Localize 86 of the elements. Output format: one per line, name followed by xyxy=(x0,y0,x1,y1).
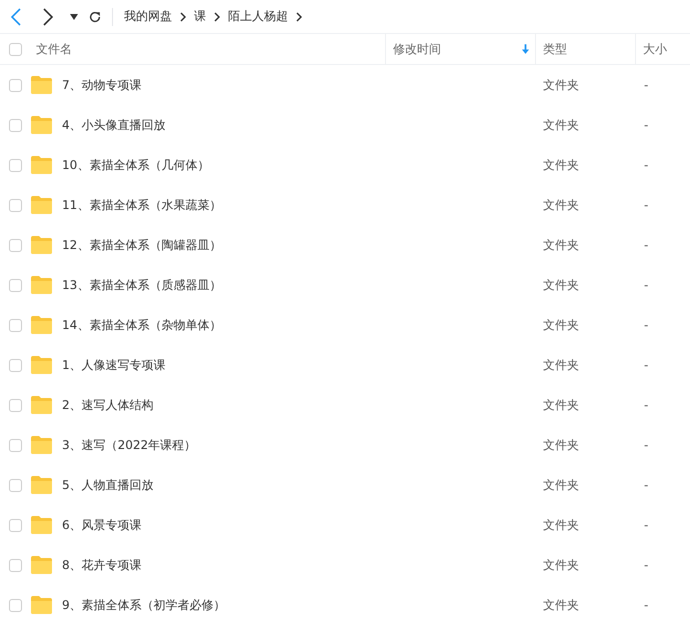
chevron-icon xyxy=(180,12,186,22)
file-type: 文件夹 xyxy=(542,518,579,532)
folder-icon xyxy=(31,276,52,294)
file-name[interactable]: 8、花卉专项课 xyxy=(62,556,142,574)
file-name[interactable]: 13、素描全体系（质感器皿） xyxy=(62,276,222,294)
file-size: - xyxy=(643,278,648,292)
folder-icon xyxy=(31,196,52,214)
file-name[interactable]: 5、人物直播回放 xyxy=(62,476,154,494)
file-name[interactable]: 1、人像速写专项课 xyxy=(62,356,166,374)
file-type: 文件夹 xyxy=(542,198,579,212)
file-type: 文件夹 xyxy=(542,478,579,492)
folder-icon xyxy=(31,436,52,454)
folder-icon xyxy=(31,316,52,334)
sort-arrow-icon[interactable] xyxy=(522,44,529,54)
file-size: - xyxy=(643,558,648,572)
row-checkbox[interactable] xyxy=(9,478,22,492)
file-size: - xyxy=(643,438,648,452)
chevron-icon xyxy=(214,12,220,22)
breadcrumb-item[interactable]: 陌上人杨超 xyxy=(228,8,288,25)
forward-icon[interactable] xyxy=(42,8,54,26)
file-type: 文件夹 xyxy=(542,598,579,612)
file-size: - xyxy=(643,398,648,412)
row-checkbox[interactable] xyxy=(9,358,22,372)
file-name[interactable]: 6、风景专项课 xyxy=(62,516,142,534)
file-size: - xyxy=(643,478,648,492)
file-type: 文件夹 xyxy=(542,318,579,332)
file-size: - xyxy=(643,318,648,332)
row-checkbox[interactable] xyxy=(9,78,22,92)
file-name[interactable]: 11、素描全体系（水果蔬菜） xyxy=(62,196,222,214)
row-checkbox[interactable] xyxy=(9,438,22,452)
breadcrumb-item[interactable]: 课 xyxy=(194,8,206,25)
folder-icon xyxy=(31,396,52,414)
chevron-icon xyxy=(296,12,302,22)
refresh-icon[interactable] xyxy=(88,10,102,24)
file-size: - xyxy=(643,198,648,212)
file-type: 文件夹 xyxy=(542,358,579,372)
file-size: - xyxy=(643,238,648,252)
folder-icon xyxy=(31,596,52,614)
folder-icon xyxy=(31,76,52,94)
file-size: - xyxy=(643,358,648,372)
row-checkbox[interactable] xyxy=(9,558,22,572)
file-name[interactable]: 3、速写（2022年课程） xyxy=(62,436,196,454)
breadcrumb-item[interactable]: 我的网盘 xyxy=(124,8,172,25)
row-checkbox[interactable] xyxy=(9,118,22,132)
folder-icon xyxy=(31,476,52,494)
file-type: 文件夹 xyxy=(542,278,579,292)
folder-icon xyxy=(31,556,52,574)
file-type: 文件夹 xyxy=(542,78,579,92)
row-checkbox[interactable] xyxy=(9,198,22,212)
back-icon[interactable] xyxy=(10,8,22,26)
file-size: - xyxy=(643,78,648,92)
file-size: - xyxy=(643,598,648,612)
file-size: - xyxy=(643,118,648,132)
row-checkbox[interactable] xyxy=(9,318,22,332)
file-name[interactable]: 4、小头像直播回放 xyxy=(62,116,166,134)
row-checkbox[interactable] xyxy=(9,278,22,292)
file-name[interactable]: 7、动物专项课 xyxy=(62,76,142,94)
file-type: 文件夹 xyxy=(542,118,579,132)
row-checkbox[interactable] xyxy=(9,238,22,252)
folder-icon xyxy=(31,356,52,374)
file-name[interactable]: 10、素描全体系（几何体） xyxy=(62,156,210,174)
column-header[interactable]: 类型 xyxy=(535,34,635,64)
folder-icon xyxy=(31,116,52,134)
folder-icon xyxy=(31,516,52,534)
file-name[interactable]: 12、素描全体系（陶罐器皿） xyxy=(62,236,222,254)
folder-icon xyxy=(31,236,52,254)
file-size: - xyxy=(643,518,648,532)
row-checkbox[interactable] xyxy=(9,598,22,612)
file-type: 文件夹 xyxy=(542,558,579,572)
row-checkbox[interactable] xyxy=(9,518,22,532)
dropdown-icon[interactable] xyxy=(70,14,78,20)
file-name[interactable]: 9、素描全体系（初学者必修） xyxy=(62,596,226,614)
row-checkbox[interactable] xyxy=(9,398,22,412)
column-header[interactable]: 大小 xyxy=(635,34,690,64)
file-name[interactable]: 14、素描全体系（杂物单体） xyxy=(62,316,222,334)
file-name[interactable]: 2、速写人体结构 xyxy=(62,396,154,414)
file-type: 文件夹 xyxy=(542,438,579,452)
file-type: 文件夹 xyxy=(542,238,579,252)
file-type: 文件夹 xyxy=(542,398,579,412)
row-checkbox[interactable] xyxy=(9,158,22,172)
column-header[interactable]: 文件名 xyxy=(30,34,385,64)
file-type: 文件夹 xyxy=(542,158,579,172)
folder-icon xyxy=(31,156,52,174)
column-header[interactable]: 修改时间 xyxy=(385,34,535,64)
file-size: - xyxy=(643,158,648,172)
select-all-checkbox[interactable] xyxy=(9,42,22,56)
